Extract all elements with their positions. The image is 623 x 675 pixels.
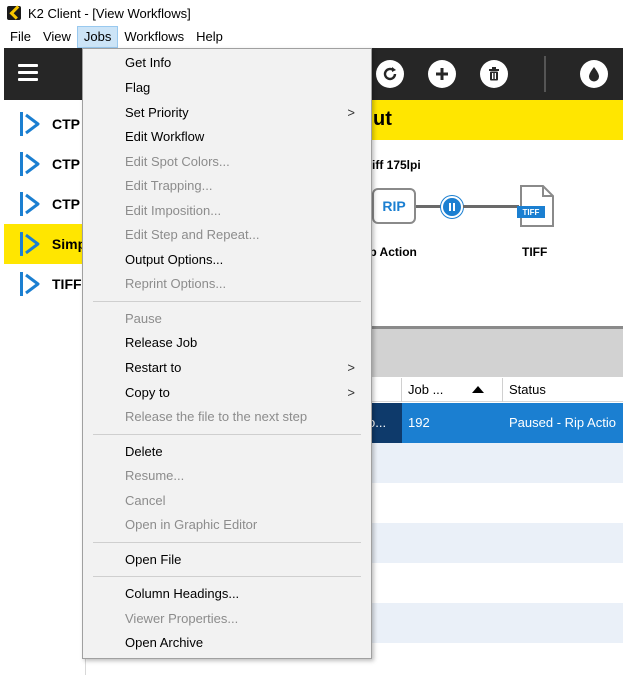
menu-separator bbox=[93, 542, 361, 543]
menu-item-label: Set Priority bbox=[125, 105, 189, 120]
job-number-cell: 192 bbox=[408, 415, 430, 430]
flow-connector bbox=[463, 205, 519, 208]
menu-item-delete[interactable]: Delete bbox=[83, 440, 371, 464]
menu-view[interactable]: View bbox=[37, 26, 77, 48]
menu-item-reprint-options[interactable]: Reprint Options... bbox=[83, 272, 371, 296]
menu-help[interactable]: Help bbox=[190, 26, 229, 48]
workflow-item[interactable]: CTP bbox=[4, 144, 86, 184]
menu-item-edit-step-repeat[interactable]: Edit Step and Repeat... bbox=[83, 223, 371, 247]
workflow-label: TIFF bbox=[52, 276, 82, 292]
workflow-label: CTP bbox=[52, 196, 80, 212]
workflow-item-selected[interactable]: Simp bbox=[4, 224, 86, 264]
rip-node-label: RIP bbox=[382, 198, 406, 214]
menu-item-open-archive[interactable]: Open Archive bbox=[83, 631, 371, 655]
workflow-label: CTP bbox=[52, 116, 80, 132]
trash-icon[interactable] bbox=[480, 60, 508, 88]
menu-item-open-file[interactable]: Open File bbox=[83, 548, 371, 572]
tiff-file-icon[interactable]: TIFF bbox=[517, 184, 555, 228]
tiff-step-label: TIFF bbox=[522, 245, 548, 259]
menu-item-column-headings[interactable]: Column Headings... bbox=[83, 582, 371, 606]
menu-item-flag[interactable]: Flag bbox=[83, 76, 371, 100]
menu-file[interactable]: File bbox=[4, 26, 37, 48]
menu-item-set-priority[interactable]: Set Priority > bbox=[83, 101, 371, 125]
workflow-play-icon bbox=[20, 272, 40, 296]
title-bar: K2 Client - [View Workflows] bbox=[0, 0, 623, 26]
workflow-label: CTP bbox=[52, 156, 80, 172]
menu-workflows[interactable]: Workflows bbox=[118, 26, 190, 48]
ink-drop-icon[interactable] bbox=[580, 60, 608, 88]
menu-jobs[interactable]: Jobs bbox=[76, 26, 119, 48]
menu-item-edit-imposition[interactable]: Edit Imposition... bbox=[83, 199, 371, 223]
menu-item-restart-to[interactable]: Restart to > bbox=[83, 356, 371, 380]
menu-item-pause[interactable]: Pause bbox=[83, 307, 371, 331]
pause-icon[interactable] bbox=[441, 196, 463, 218]
menu-separator bbox=[93, 576, 361, 577]
workflow-play-icon bbox=[20, 232, 40, 256]
menu-item-label: Restart to bbox=[125, 360, 182, 375]
toolbar-separator bbox=[544, 56, 546, 92]
sort-ascending-icon bbox=[472, 386, 484, 393]
rip-action-label: ip Action bbox=[366, 245, 417, 259]
menu-item-resume[interactable]: Resume... bbox=[83, 464, 371, 488]
menu-item-edit-workflow[interactable]: Edit Workflow bbox=[83, 125, 371, 149]
window-title: K2 Client - [View Workflows] bbox=[28, 5, 191, 21]
menu-item-viewer-properties[interactable]: Viewer Properties... bbox=[83, 607, 371, 631]
workflow-subtitle: iff 175lpi bbox=[372, 158, 421, 172]
workflow-item[interactable]: TIFF bbox=[4, 264, 86, 304]
menu-item-cancel[interactable]: Cancel bbox=[83, 489, 371, 513]
workflow-item[interactable]: CTP bbox=[4, 104, 86, 144]
menu-separator bbox=[93, 434, 361, 435]
menu-icon[interactable] bbox=[18, 64, 38, 82]
menu-item-copy-to[interactable]: Copy to > bbox=[83, 381, 371, 405]
submenu-arrow-icon: > bbox=[347, 385, 355, 400]
workflow-play-icon bbox=[20, 152, 40, 176]
menu-item-edit-spot-colors[interactable]: Edit Spot Colors... bbox=[83, 150, 371, 174]
rip-node[interactable]: RIP bbox=[372, 188, 416, 224]
menu-item-get-info[interactable]: Get Info bbox=[83, 51, 371, 75]
tiff-badge: TIFF bbox=[523, 208, 540, 217]
workflow-item[interactable]: CTP bbox=[4, 184, 86, 224]
workflow-list: CTP CTP CTP Simp TIFF bbox=[4, 100, 86, 675]
menu-item-release-next-step[interactable]: Release the file to the next step bbox=[83, 405, 371, 429]
workflow-play-icon bbox=[20, 192, 40, 216]
menu-item-output-options[interactable]: Output Options... bbox=[83, 248, 371, 272]
workflow-label: Simp bbox=[51, 236, 86, 252]
workflow-header-title: ut bbox=[373, 108, 392, 130]
menu-item-release-job[interactable]: Release Job bbox=[83, 331, 371, 355]
menu-bar: File View Jobs Workflows Help bbox=[0, 26, 623, 48]
column-header-status[interactable]: Status bbox=[503, 378, 623, 402]
submenu-arrow-icon: > bbox=[347, 105, 355, 120]
column-header-job[interactable]: Job ... bbox=[402, 378, 503, 402]
menu-item-label: Copy to bbox=[125, 385, 170, 400]
menu-item-open-graphic-editor[interactable]: Open in Graphic Editor bbox=[83, 513, 371, 537]
add-icon[interactable] bbox=[428, 60, 456, 88]
refresh-icon[interactable] bbox=[376, 60, 404, 88]
menu-item-edit-trapping[interactable]: Edit Trapping... bbox=[83, 174, 371, 198]
menu-separator bbox=[93, 301, 361, 302]
flow-connector bbox=[416, 205, 442, 208]
job-status-cell: Paused - Rip Actio bbox=[509, 415, 616, 430]
jobs-dropdown-menu: Get Info Flag Set Priority > Edit Workfl… bbox=[82, 48, 372, 659]
submenu-arrow-icon: > bbox=[347, 360, 355, 375]
k2-app-icon bbox=[7, 6, 21, 20]
workflow-play-icon bbox=[20, 112, 40, 136]
